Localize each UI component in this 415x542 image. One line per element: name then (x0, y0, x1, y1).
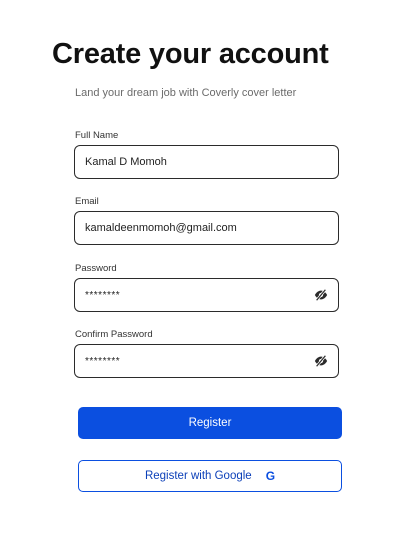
password-input[interactable] (85, 279, 305, 311)
email-input[interactable] (85, 212, 305, 244)
password-label: Password (75, 263, 117, 274)
eye-slash-icon[interactable] (314, 354, 328, 368)
register-with-google-button[interactable]: Register with Google G (78, 460, 342, 492)
page-subtitle: Land your dream job with Coverly cover l… (75, 87, 297, 99)
email-field[interactable] (74, 211, 339, 245)
full-name-field[interactable] (74, 145, 339, 179)
full-name-input[interactable] (85, 146, 305, 178)
full-name-label: Full Name (75, 130, 119, 141)
confirm-password-input[interactable] (85, 345, 305, 377)
page-title: Create your account (52, 38, 329, 70)
confirm-password-label: Confirm Password (75, 329, 153, 340)
register-with-google-label: Register with Google (144, 470, 252, 482)
email-label: Email (75, 196, 99, 207)
eye-slash-icon[interactable] (314, 288, 328, 302)
google-icon: G (265, 469, 276, 483)
confirm-password-field[interactable] (74, 344, 339, 378)
password-field[interactable] (74, 278, 339, 312)
register-button[interactable]: Register (78, 407, 342, 439)
